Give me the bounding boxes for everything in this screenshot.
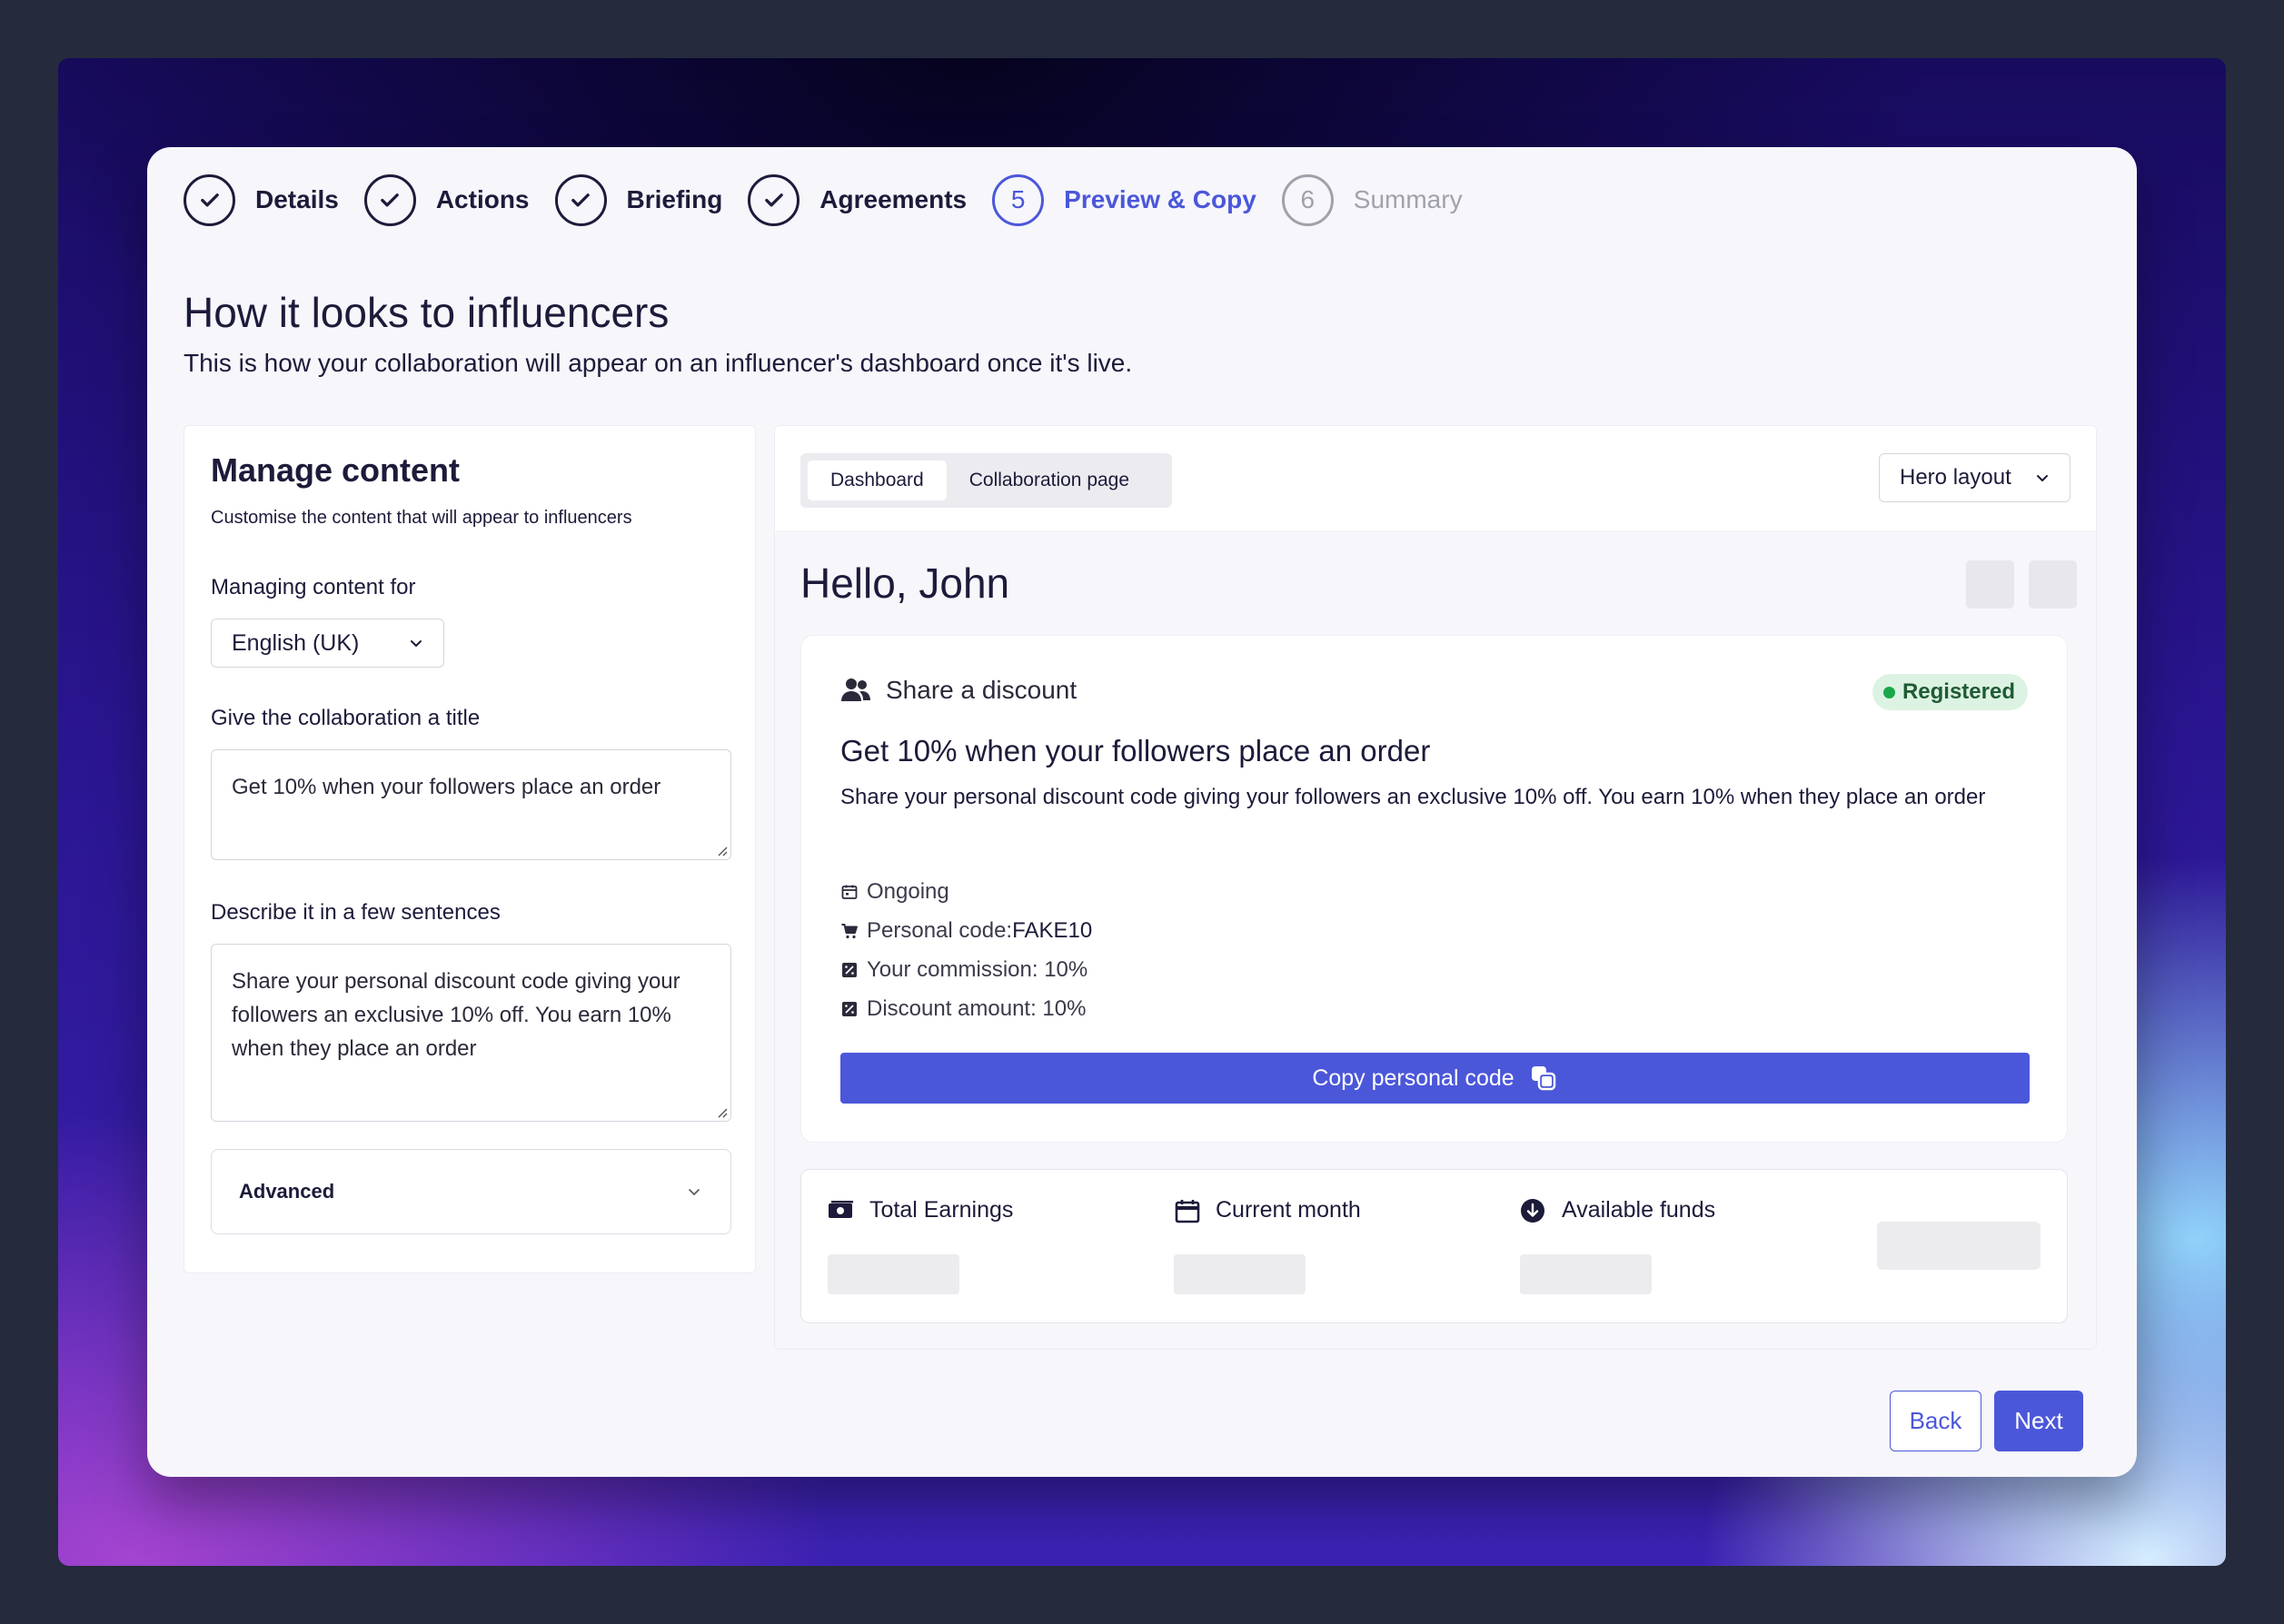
layout-select[interactable]: Hero layout [1879,453,2070,502]
description-field-label: Describe it in a few sentences [211,900,501,925]
stat-available-funds: Available funds [1520,1197,1715,1223]
percent-icon [842,963,857,977]
status-badge-label: Registered [1902,679,2015,704]
placeholder-block [1174,1254,1306,1294]
description-textarea-value: Share your personal discount code giving… [232,969,680,1061]
description-textarea[interactable]: Share your personal discount code giving… [211,944,731,1122]
step-label: Summary [1353,185,1463,213]
meta-code-label: Personal code: [867,918,1013,943]
meta-duration: Ongoing [840,879,949,905]
chevron-down-icon [689,1189,700,1195]
page-subtitle: This is how your collaboration will appe… [184,349,1133,377]
tab-dashboard[interactable]: Dashboard [808,460,947,500]
card-description: Share your personal discount code giving… [840,785,1986,809]
placeholder-block [828,1254,959,1294]
users-icon [841,678,870,701]
copy-button-label: Copy personal code [1312,1065,1514,1091]
step-label: Briefing [626,185,723,213]
meta-discount: Discount amount: 10% [840,996,1086,1022]
title-field-label: Give the collaboration a title [211,706,481,730]
preview-panel: Dashboard Collaboration page Hero layout… [774,425,2097,1350]
step-summary[interactable]: 6 Summary [1281,173,1463,226]
step-label: Details [255,185,339,213]
resize-handle-icon[interactable] [715,1105,728,1118]
advanced-label: Advanced [239,1180,335,1203]
panel-subtitle: Customise the content that will appear t… [211,508,632,528]
preview-tabs: Dashboard Collaboration page [800,453,1172,508]
stat-current-month: Current month [1174,1197,1361,1223]
greeting: Hello, John [800,559,1010,607]
page-title: How it looks to influencers [184,289,670,336]
copy-icon [1531,1066,1555,1091]
check-icon [363,173,416,226]
title-textarea-value: Get 10% when your followers place an ord… [232,775,661,799]
card-title: Get 10% when your followers place an ord… [840,734,1431,767]
panel-title: Manage content [211,451,461,489]
meta-commission-text: Your commission: 10% [867,957,1088,982]
tab-collaboration-page[interactable]: Collaboration page [947,460,1152,500]
check-icon [554,173,607,226]
card-type-label: Share a discount [886,676,1077,704]
collaboration-card: Share a discount Registered Get 10% when… [800,635,2068,1143]
title-textarea[interactable]: Get 10% when your followers place an ord… [211,749,731,860]
stat-current-month-label: Current month [1216,1197,1361,1223]
layout-value: Hero layout [1900,465,2011,490]
chevron-down-icon [2037,475,2048,481]
step-number: 5 [992,173,1045,226]
check-icon [184,173,235,226]
step-details[interactable]: Details [184,173,339,226]
chevron-down-icon [411,640,422,647]
stat-total-earnings-label: Total Earnings [869,1197,1014,1223]
stepper: Details Actions Briefing Agreements 5 Pr… [184,173,1488,227]
step-briefing[interactable]: Briefing [554,173,723,226]
earnings-stats: Total Earnings Current month Available f… [800,1169,2068,1323]
placeholder-block [1966,560,2014,609]
next-button[interactable]: Next [1994,1391,2083,1451]
step-number: 6 [1281,173,1334,226]
resize-handle-icon[interactable] [715,844,728,857]
download-circle-icon [1521,1198,1544,1223]
cart-icon [841,924,858,939]
meta-code-value: FAKE10 [1012,918,1093,943]
step-label: Agreements [819,185,968,213]
card-type: Share a discount [840,676,1077,705]
stat-total-earnings: Total Earnings [828,1197,1013,1223]
placeholder-block [2029,560,2077,609]
check-icon [748,173,800,226]
step-label: Actions [435,185,530,213]
status-dot-icon [1882,686,1895,698]
language-value: English (UK) [232,629,360,656]
meta-discount-text: Discount amount: 10% [867,996,1087,1021]
meta-personal-code: Personal code: FAKE10 [840,918,1092,944]
percent-icon [842,1002,857,1016]
calendar-icon [841,885,858,899]
back-button[interactable]: Back [1890,1391,1981,1451]
stat-available-funds-label: Available funds [1562,1197,1716,1223]
status-badge: Registered [1872,674,2028,710]
copy-personal-code-button[interactable]: Copy personal code [840,1053,2030,1104]
money-icon [829,1200,853,1218]
manage-content-panel: Manage content Customise the content tha… [184,425,756,1273]
step-agreements[interactable]: Agreements [748,173,968,226]
calendar-icon [1175,1199,1200,1223]
step-label: Preview & Copy [1064,185,1256,213]
meta-duration-text: Ongoing [867,879,949,904]
dashboard-preview: Hello, John Share a discount Registered [775,533,2096,1349]
meta-commission: Your commission: 10% [840,957,1087,983]
wizard-window: Details Actions Briefing Agreements 5 Pr… [147,147,2137,1477]
placeholder-block [1877,1222,2041,1270]
preview-toolbar: Dashboard Collaboration page Hero layout [775,426,2096,532]
step-preview-copy[interactable]: 5 Preview & Copy [992,173,1256,226]
language-label: Managing content for [211,575,416,599]
language-select[interactable]: English (UK) [211,619,444,668]
placeholder-block [1520,1254,1652,1294]
step-actions[interactable]: Actions [363,173,530,226]
advanced-accordion[interactable]: Advanced [211,1149,731,1234]
